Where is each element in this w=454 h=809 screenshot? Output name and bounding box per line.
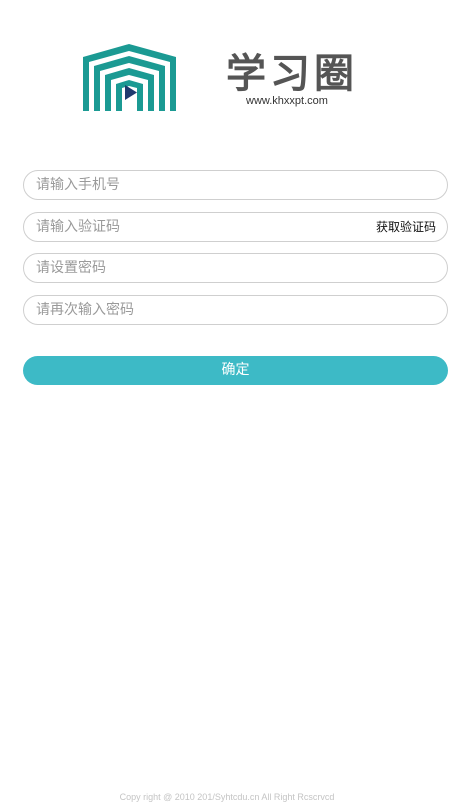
app-name: 学习圈: [226, 51, 358, 97]
verification-code-input[interactable]: [36, 212, 366, 241]
copyright-footer: Copy right @ 2010 201/Syhtcdu.cn All Rig…: [119, 792, 335, 802]
phone-input[interactable]: [36, 171, 366, 199]
phone-field: [23, 170, 448, 200]
password-field: [23, 253, 448, 283]
code-field: 获取验证码: [23, 211, 448, 242]
app-url: www.khxxpt.com: [246, 95, 328, 107]
house-play-logo-icon: [83, 44, 176, 111]
logo-block: 学习圈 www.khxxpt.com: [0, 0, 454, 120]
register-form: 获取验证码: [23, 170, 448, 336]
confirm-password-input[interactable]: [36, 295, 366, 324]
password-input[interactable]: [36, 254, 366, 282]
confirm-password-field: [23, 294, 448, 325]
confirm-button[interactable]: 确定: [23, 356, 448, 385]
get-code-button[interactable]: 获取验证码: [376, 213, 436, 241]
